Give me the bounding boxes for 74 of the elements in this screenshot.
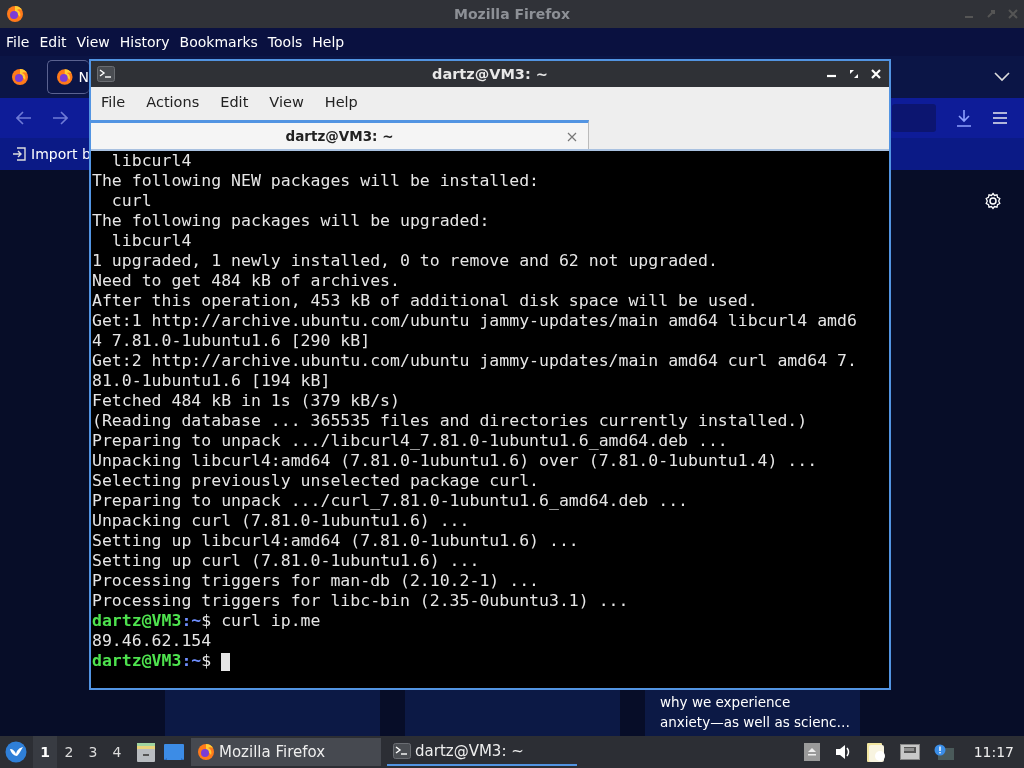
terminal-line: Need to get 484 kB of archives. bbox=[92, 271, 401, 291]
menu-item[interactable]: View bbox=[269, 94, 304, 110]
desktop-icon[interactable] bbox=[163, 742, 185, 762]
terminal-command: $ bbox=[201, 651, 213, 670]
workspace-button[interactable]: 4 bbox=[105, 736, 129, 768]
terminal-command: $ curl ip.me bbox=[201, 611, 321, 630]
back-icon[interactable] bbox=[16, 111, 32, 125]
terminal-line: Unpacking libcurl4:amd64 (7.81.0-1ubuntu1.6) over (7.81.0-1ubuntu1.4) ... bbox=[92, 451, 819, 471]
network-icon[interactable] bbox=[899, 744, 920, 760]
terminal-line: (Reading database ... 365535 files and directories currently installed.) bbox=[92, 411, 809, 431]
terminal-line: Get:2 http://archive.ubuntu.com/ubuntu jammy-updates/main amd64 curl amd64 7. bbox=[92, 351, 858, 371]
window-title: Mozilla Firefox bbox=[454, 6, 570, 22]
terminal-line: Selecting previously unselected package curl. bbox=[92, 471, 541, 491]
menu-item[interactable]: Actions bbox=[146, 94, 200, 110]
firefox-icon bbox=[56, 68, 74, 86]
workspace-button[interactable]: 2 bbox=[57, 736, 81, 768]
article-card[interactable]: why we experience anxiety—as well as scienc… bbox=[645, 689, 860, 736]
workspace-button[interactable]: 3 bbox=[81, 736, 105, 768]
terminal-line: After this operation, 453 kB of additional disk space will be used. bbox=[92, 291, 759, 311]
terminal-line: Fetched 484 kB in 1s (379 kB/s) bbox=[92, 391, 401, 411]
firefox-icon[interactable] bbox=[11, 68, 29, 86]
terminal-line: Unpacking curl (7.81.0-1ubuntu1.6) ... bbox=[92, 511, 471, 531]
prompt-user: dartz@VM3 bbox=[92, 651, 182, 670]
clipboard-icon[interactable] bbox=[865, 741, 886, 763]
prompt-path: :~ bbox=[181, 611, 202, 630]
menu-item[interactable]: Help bbox=[312, 34, 345, 50]
start-menu-icon[interactable] bbox=[5, 741, 27, 763]
workspace-button[interactable]: 1 bbox=[33, 736, 57, 768]
terminal-line: Processing triggers for libc-bin (2.35-0ubuntu3.1) ... bbox=[92, 591, 630, 611]
import-icon bbox=[12, 147, 26, 161]
terminal-line: 1 upgraded, 1 newly installed, 0 to remove and 62 not upgraded. bbox=[92, 251, 719, 271]
terminal-icon bbox=[393, 743, 411, 759]
terminal-icon[interactable] bbox=[97, 66, 115, 82]
terminal-tab[interactable]: dartz@VM3: ~ bbox=[91, 120, 589, 149]
terminal-line: Preparing to unpack .../curl_7.81.0-1ubuntu1.6_amd64.deb ... bbox=[92, 491, 690, 511]
taskbar-button[interactable]: Mozilla Firefox bbox=[191, 738, 381, 766]
menu-icon[interactable] bbox=[992, 111, 1008, 125]
menu-item[interactable]: File bbox=[6, 34, 30, 50]
terminal-line: 81.0-1ubuntu1.6 [194 kB] bbox=[92, 371, 332, 391]
menu-item[interactable]: Help bbox=[324, 94, 358, 110]
clock[interactable]: 11:17 bbox=[973, 744, 1014, 760]
terminal-line: curl bbox=[110, 191, 153, 211]
prompt-user: dartz@VM3 bbox=[92, 611, 182, 630]
firefox-icon bbox=[197, 743, 215, 761]
firefox-icon bbox=[6, 5, 24, 23]
prompt-path: :~ bbox=[181, 651, 202, 670]
eject-icon[interactable] bbox=[803, 743, 820, 761]
settings-icon[interactable] bbox=[984, 192, 1002, 210]
download-icon[interactable] bbox=[956, 109, 972, 127]
menu-item[interactable]: View bbox=[76, 34, 110, 50]
terminal-line: Preparing to unpack .../libcurl4_7.81.0-1ubuntu1.6_amd64.deb ... bbox=[92, 431, 729, 451]
terminal-line: libcurl4 bbox=[110, 231, 193, 251]
menu-item[interactable]: History bbox=[119, 34, 170, 50]
terminal-line: Setting up libcurl4:amd64 (7.81.0-1ubuntu1.6) ... bbox=[92, 531, 580, 551]
terminal-line: Processing triggers for man-db (2.10.2-1) ... bbox=[92, 571, 541, 591]
terminal-line: The following NEW packages will be installed: bbox=[92, 171, 541, 191]
terminal-line: The following packages will be upgraded: bbox=[92, 211, 491, 231]
maximize-icon[interactable] bbox=[849, 69, 859, 79]
menu-item[interactable]: File bbox=[101, 94, 126, 110]
terminal-line: 4 7.81.0-1ubuntu1.6 [290 kB] bbox=[92, 331, 372, 351]
menu-item[interactable]: Bookmarks bbox=[179, 34, 258, 50]
file-manager-icon[interactable] bbox=[135, 741, 157, 763]
terminal-line: Get:1 http://archive.ubuntu.com/ubuntu jammy-updates/main amd64 libcurl4 amd6 bbox=[92, 311, 858, 331]
terminal-line: libcurl4 bbox=[110, 151, 193, 171]
terminal-line: 89.46.62.154 bbox=[92, 631, 213, 651]
window-title: dartz@VM3: ~ bbox=[432, 66, 548, 82]
volume-icon[interactable] bbox=[833, 744, 852, 760]
update-notification-icon[interactable] bbox=[933, 744, 954, 760]
chevron-down-icon[interactable] bbox=[994, 72, 1010, 82]
menu-item[interactable]: Edit bbox=[220, 94, 249, 110]
forward-icon[interactable] bbox=[52, 111, 68, 125]
terminal-line: Setting up curl (7.81.0-1ubuntu1.6) ... bbox=[92, 551, 481, 571]
menu-item[interactable]: Tools bbox=[267, 34, 303, 50]
menu-item[interactable]: Edit bbox=[39, 34, 67, 50]
